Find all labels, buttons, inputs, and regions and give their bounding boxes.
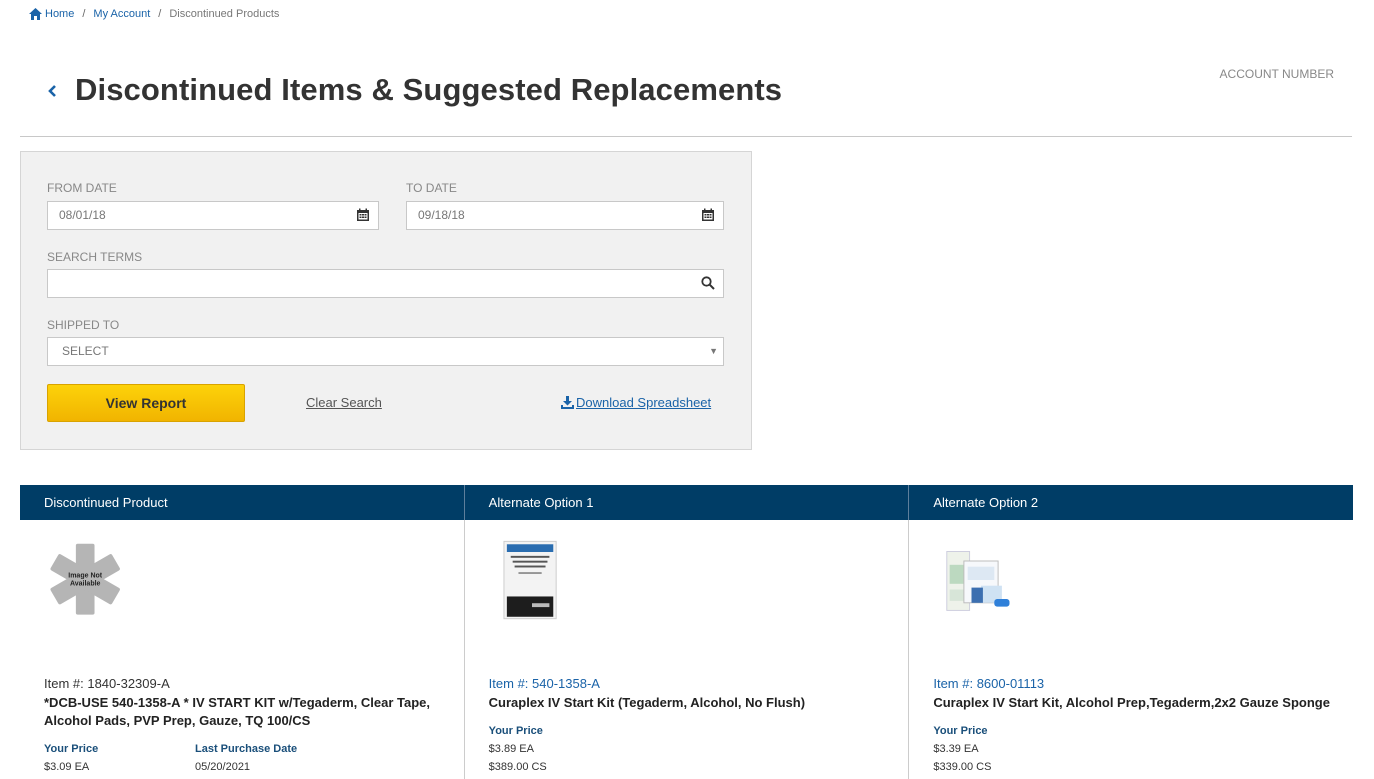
price-case: $389.00 CS [488, 761, 547, 773]
download-spreadsheet-label: Download Spreadsheet [576, 395, 712, 410]
your-price-label: Your Price [933, 725, 988, 737]
to-date-value: 09/18/18 [418, 208, 465, 222]
price-each: $3.09 EA [44, 761, 90, 773]
price-case: $339.00 CS [933, 761, 992, 773]
last-purchase-date: 05/20/2021 [195, 761, 251, 773]
shipped-to-select[interactable]: SELECT ▼ [47, 337, 724, 366]
download-icon [561, 396, 574, 409]
discontinued-product-cell: Image Not Available Item #: 1840-32309-A… [20, 520, 465, 779]
product-image[interactable] [503, 540, 561, 622]
account-number-label: ACCOUNT NUMBER [1219, 67, 1334, 81]
last-purchase-label: Last Purchase Date [195, 743, 298, 755]
item-name: Curaplex IV Start Kit (Tegaderm, Alcohol… [488, 695, 806, 710]
calendar-icon[interactable] [356, 208, 370, 222]
item-name: *DCB-USE 540-1358-A * IV START KIT w/Teg… [44, 695, 431, 728]
image-not-available-icon: Image Not Available [50, 543, 120, 615]
breadcrumb-separator: / [158, 8, 162, 20]
item-number: Item #: 1840-32309-A [44, 676, 170, 691]
item-number-link[interactable]: Item #: 8600-01113 [933, 676, 1044, 691]
product-image[interactable] [943, 542, 1019, 618]
column-header-alternate-1: Alternate Option 1 [465, 485, 910, 520]
shipped-to-label: SHIPPED TO [47, 318, 120, 332]
your-price-label: Your Price [44, 743, 99, 755]
column-header-discontinued: Discontinued Product [20, 485, 465, 520]
shipped-to-value: SELECT [62, 344, 109, 358]
breadcrumb: Home / My Account / Discontinued Product… [29, 8, 279, 20]
from-date-label: FROM DATE [47, 181, 117, 195]
clear-search-link[interactable]: Clear Search [306, 395, 382, 410]
image-not-available-text-1: Image Not [68, 572, 103, 579]
search-input[interactable] [47, 269, 724, 298]
breadcrumb-separator: / [82, 8, 86, 20]
to-date-label: TO DATE [406, 181, 457, 195]
from-date-field[interactable]: 08/01/18 [47, 201, 379, 230]
item-number-link[interactable]: Item #: 540-1358-A [489, 676, 600, 691]
alternate-option-1-cell: Item #: 540-1358-A Curaplex IV Start Kit… [465, 520, 910, 779]
chevron-left-icon[interactable] [46, 82, 60, 100]
results-header: Discontinued Product Alternate Option 1 … [20, 485, 1353, 520]
price-each: $3.39 EA [933, 743, 979, 755]
search-icon[interactable] [701, 276, 715, 290]
filter-panel: FROM DATE 08/01/18 TO DATE 09/18/18 SEAR… [20, 151, 752, 450]
breadcrumb-my-account-link[interactable]: My Account [93, 8, 150, 20]
column-header-alternate-2: Alternate Option 2 [933, 495, 1039, 510]
image-not-available-text-2: Available [70, 581, 101, 588]
calendar-icon[interactable] [701, 208, 715, 222]
header-divider [20, 136, 1352, 137]
view-report-button[interactable]: View Report [47, 384, 245, 422]
results-table: Discontinued Product Alternate Option 1 … [20, 485, 1353, 779]
alternate-option-2-cell: Item #: 8600-01113 Curaplex IV Start Kit… [909, 520, 1353, 779]
download-spreadsheet-link[interactable]: Download Spreadsheet [561, 395, 711, 410]
to-date-field[interactable]: 09/18/18 [406, 201, 724, 230]
search-terms-label: SEARCH TERMS [47, 250, 143, 264]
breadcrumb-home-link[interactable]: Home [45, 8, 74, 20]
page-title: Discontinued Items & Suggested Replaceme… [75, 72, 783, 107]
item-name: Curaplex IV Start Kit, Alcohol Prep,Tega… [933, 695, 1330, 710]
home-icon[interactable] [29, 8, 42, 20]
dropdown-arrow-icon: ▼ [709, 346, 718, 356]
from-date-value: 08/01/18 [59, 208, 106, 222]
price-each: $3.89 EA [488, 743, 534, 755]
results-row: Image Not Available Item #: 1840-32309-A… [20, 520, 1353, 779]
breadcrumb-current: Discontinued Products [169, 8, 280, 20]
your-price-label: Your Price [488, 725, 543, 737]
